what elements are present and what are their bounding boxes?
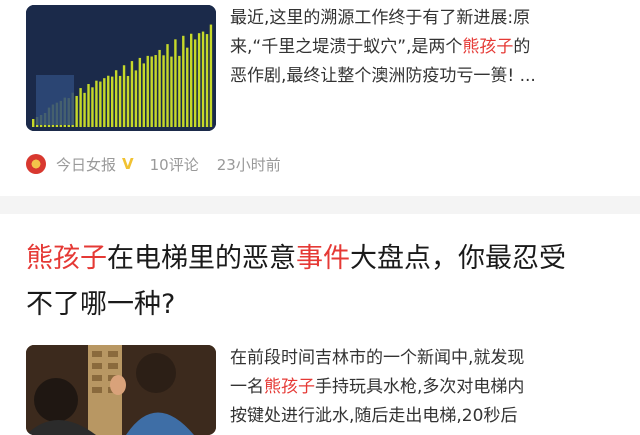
thumbnail-bar (130, 61, 134, 128)
text-line: 不了哪一种? (26, 282, 626, 328)
text-line: 最近,这里的溯源工作终于有了新进展:原 (230, 4, 610, 33)
text-line: 恶作剧,最终让整个澳洲防疫功亏一篑! ... (230, 62, 610, 91)
thumbnail-bar (32, 119, 35, 127)
news-card-1[interactable]: 最近,这里的溯源工作终于有了新进展:原 来,“千里之堤溃于蚁穴”,是两个熊孩子的恶… (0, 0, 640, 196)
text-segment: 不了哪一种? (26, 289, 176, 320)
source-avatar-icon[interactable] (26, 154, 46, 174)
thumbnail-bar (138, 57, 142, 127)
thumbnail-bar (95, 80, 98, 127)
thumbnail-bar (114, 70, 118, 127)
thumbnail-bar (126, 75, 130, 127)
thumbnail-bar (158, 49, 161, 128)
thumbnail-bar (182, 35, 185, 128)
text-segment: 手持玩具水枪,多次对电梯内 (315, 377, 525, 397)
thumbnail-bar (162, 55, 165, 127)
text-segment: 来,“千里之堤溃于蚁穴”,是两个 (230, 37, 463, 57)
thumbnail-bar (99, 81, 102, 127)
thumbnail-bar (87, 84, 90, 127)
thumbnail-bar (166, 44, 169, 128)
text-segment: 按键处进行泚水,随后走出电梯,20秒后 (230, 406, 518, 426)
thumbnail-bar (197, 33, 201, 127)
elevator-kids-photo[interactable] (26, 345, 216, 435)
thumbnail-bar (193, 39, 197, 127)
news-snippet-2[interactable]: 在前段时间吉林市的一个新闻中,就发现 一名熊孩子手持玩具水枪,多次对电梯内 按键处进… (230, 344, 610, 431)
thumbnail-bar (146, 55, 149, 127)
text-segment: 在电梯里的恶意 (107, 243, 296, 274)
text-segment: 恶作剧,最终让整个澳洲防疫功亏一篑! ... (230, 66, 536, 86)
text-line: 按键处进行泚水,随后走出电梯,20秒后 (230, 402, 610, 431)
keyword-highlight: 熊孩子 (264, 377, 315, 397)
text-line: 一名熊孩子手持玩具水枪,多次对电梯内 (230, 373, 610, 402)
text-segment: 最近,这里的溯源工作终于有了新进展:原 (230, 8, 531, 28)
bar-chart-image (26, 5, 216, 131)
thumbnail-bar (209, 24, 213, 128)
thumbnail-bar (83, 92, 86, 127)
thumbnail-bar (205, 34, 209, 127)
thumbnail-bar (122, 65, 126, 127)
thumbnail-bar (186, 47, 189, 127)
verified-icon: V (122, 155, 134, 173)
text-segment: 在前段时间吉林市的一个新闻中,就发现 (230, 348, 525, 368)
news-meta-1: 今日女报 V 10评论 23小时前 (26, 150, 281, 178)
source-name[interactable]: 今日女报 (56, 154, 116, 175)
thumbnail-bar (111, 76, 114, 127)
text-segment: 大盘点，你最忍受 (350, 243, 566, 274)
keyword-highlight: 熊孩子 (26, 243, 107, 274)
keyword-highlight: 熊孩子 (462, 37, 514, 57)
thumbnail-bar (134, 70, 138, 127)
thumbnail-bar (150, 56, 153, 127)
text-segment: 一名 (230, 377, 264, 397)
thumbnail-bar (75, 95, 78, 127)
publish-time: 23小时前 (216, 155, 281, 174)
keyword-highlight: 事件 (296, 243, 350, 274)
news-title-2[interactable]: 熊孩子在电梯里的恶意事件大盘点，你最忍受不了哪一种? (26, 236, 626, 328)
thumbnail-bar (107, 75, 110, 127)
comment-count[interactable]: 10评论 (150, 154, 199, 175)
text-line: 在前段时间吉林市的一个新闻中,就发现 (230, 344, 610, 373)
thumbnail-bar (201, 31, 205, 127)
news-snippet-1[interactable]: 最近,这里的溯源工作终于有了新进展:原 来,“千里之堤溃于蚁穴”,是两个熊孩子的恶… (230, 4, 610, 91)
thumbnail-bar (178, 55, 181, 127)
card-divider (0, 196, 640, 214)
thumbnail-bar (170, 56, 173, 127)
thumbnail-bar (174, 39, 177, 127)
thumbnail-bar (103, 78, 106, 127)
epidemic-chart-thumbnail[interactable] (26, 5, 216, 131)
thumbnail-bar (91, 87, 94, 127)
thumbnail-bar (190, 33, 193, 127)
text-line: 熊孩子在电梯里的恶意事件大盘点，你最忍受 (26, 236, 626, 282)
text-segment: 的 (513, 37, 531, 57)
thumbnail-bar (118, 75, 122, 127)
thumbnail-legend-box (36, 75, 74, 125)
thumbnail-bar (79, 88, 82, 127)
thumbnail-bar (154, 55, 157, 128)
thumbnail-bar (142, 63, 145, 127)
photo-image (26, 345, 216, 435)
text-line: 来,“千里之堤溃于蚁穴”,是两个熊孩子的 (230, 33, 610, 62)
